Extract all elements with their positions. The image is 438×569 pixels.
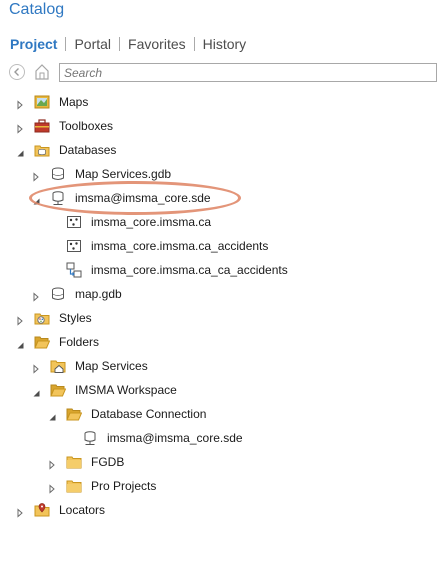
expand-arrow-icon[interactable]	[47, 457, 57, 470]
tab-favorites[interactable]: Favorites	[128, 36, 186, 52]
tree-item-folders[interactable]: Folders	[0, 331, 438, 353]
tree-item-imsma-workspace[interactable]: IMSMA Workspace	[0, 379, 438, 401]
expand-arrow-icon[interactable]	[15, 505, 25, 518]
tree-item-map-services[interactable]: Map Services	[0, 355, 438, 377]
folder-db-icon	[34, 142, 50, 158]
tab-bar: Project Portal Favorites History	[10, 36, 246, 52]
database-icon	[50, 286, 66, 302]
tree-item-label: Toolboxes	[59, 119, 114, 133]
tree-item-label: Map Services	[75, 359, 148, 373]
tree-item-label: imsma@imsma_core.sde	[107, 431, 243, 445]
tree-item-label: Databases	[59, 143, 117, 157]
tree-item-label: Maps	[59, 95, 89, 109]
relationship-class-icon	[66, 262, 82, 278]
tree-item-map-services-gdb[interactable]: Map Services.gdb	[0, 163, 438, 185]
tree-item-maps[interactable]: Maps	[0, 91, 438, 113]
db-connection-icon	[82, 430, 98, 446]
tree-item-label: map.gdb	[75, 287, 122, 301]
locator-icon	[34, 502, 50, 518]
tab-history[interactable]: History	[203, 36, 247, 52]
search-input[interactable]	[59, 63, 437, 82]
tree-item-label: imsma_core.imsma.ca	[91, 215, 212, 229]
database-icon	[50, 166, 66, 182]
tree-item-locators[interactable]: Locators	[0, 499, 438, 521]
folder-open-icon	[66, 406, 83, 422]
tree-item-imsma-core-imsma-ca-accidents[interactable]: imsma_core.imsma.ca_accidents	[0, 235, 438, 257]
pane-title: Catalog	[9, 1, 65, 18]
folder-icon	[66, 478, 82, 494]
toolbox-icon	[34, 118, 50, 134]
tree-item-imsma-core-imsma-ca-ca-accidents[interactable]: imsma_core.imsma.ca_ca_accidents	[0, 259, 438, 281]
navigation-bar	[8, 63, 438, 83]
tree-item-label: Database Connection	[91, 407, 207, 421]
tree-item-label: IMSMA Workspace	[75, 383, 177, 397]
collapse-arrow-icon[interactable]	[47, 409, 57, 421]
tree-item-styles[interactable]: Styles	[0, 307, 438, 329]
tab-divider	[119, 37, 121, 51]
tree-item-fgdb[interactable]: FGDB	[0, 451, 438, 473]
highlight-ellipse	[29, 181, 241, 215]
folder-home-icon	[50, 358, 66, 374]
tab-project[interactable]: Project	[10, 36, 57, 52]
collapse-arrow-icon[interactable]	[15, 145, 25, 157]
back-arrow-icon	[14, 68, 19, 76]
folder-open-icon	[50, 382, 67, 398]
collapse-arrow-icon[interactable]	[15, 337, 25, 349]
styles-icon	[34, 310, 50, 326]
tree-item-label: Pro Projects	[91, 479, 157, 493]
expand-arrow-icon[interactable]	[15, 313, 25, 326]
tree-item-label: imsma_core.imsma.ca_ca_accidents	[91, 263, 288, 277]
tree-item-database-connection[interactable]: Database Connection	[0, 403, 438, 425]
expand-arrow-icon[interactable]	[31, 289, 41, 302]
tab-divider	[193, 37, 195, 51]
home-icon	[35, 64, 49, 80]
tree-item-label: Styles	[59, 311, 92, 325]
tree-item-imsma-core-imsma-ca[interactable]: imsma_core.imsma.ca	[0, 211, 438, 233]
tree-item-label: Folders	[59, 335, 100, 349]
tab-portal[interactable]: Portal	[74, 36, 111, 52]
expand-arrow-icon[interactable]	[31, 169, 41, 182]
tree-item-label: Map Services.gdb	[75, 167, 172, 181]
expand-arrow-icon[interactable]	[31, 361, 41, 374]
expand-arrow-icon[interactable]	[47, 481, 57, 494]
tree-item-databases[interactable]: Databases	[0, 139, 438, 161]
tree-item-label: imsma_core.imsma.ca_accidents	[91, 239, 269, 253]
tree-item-label: Locators	[59, 503, 106, 517]
tab-divider	[65, 37, 67, 51]
expand-arrow-icon[interactable]	[15, 121, 25, 134]
folder-icon	[66, 454, 82, 470]
point-featureclass-icon	[66, 214, 82, 230]
tree-item-map-gdb[interactable]: map.gdb	[0, 283, 438, 305]
tree-item-label: FGDB	[91, 455, 125, 469]
point-featureclass-icon	[66, 238, 82, 254]
home-button[interactable]	[34, 63, 50, 81]
expand-arrow-icon[interactable]	[15, 97, 25, 110]
tree-item-toolboxes[interactable]: Toolboxes	[0, 115, 438, 137]
tree-item-imsma-imsma-core-sde[interactable]: imsma@imsma_core.sde	[0, 427, 438, 449]
collapse-arrow-icon[interactable]	[31, 385, 41, 397]
maps-icon	[34, 94, 50, 110]
tree-item-pro-projects[interactable]: Pro Projects	[0, 475, 438, 497]
folder-open-icon	[34, 334, 51, 350]
back-button[interactable]	[9, 64, 25, 80]
